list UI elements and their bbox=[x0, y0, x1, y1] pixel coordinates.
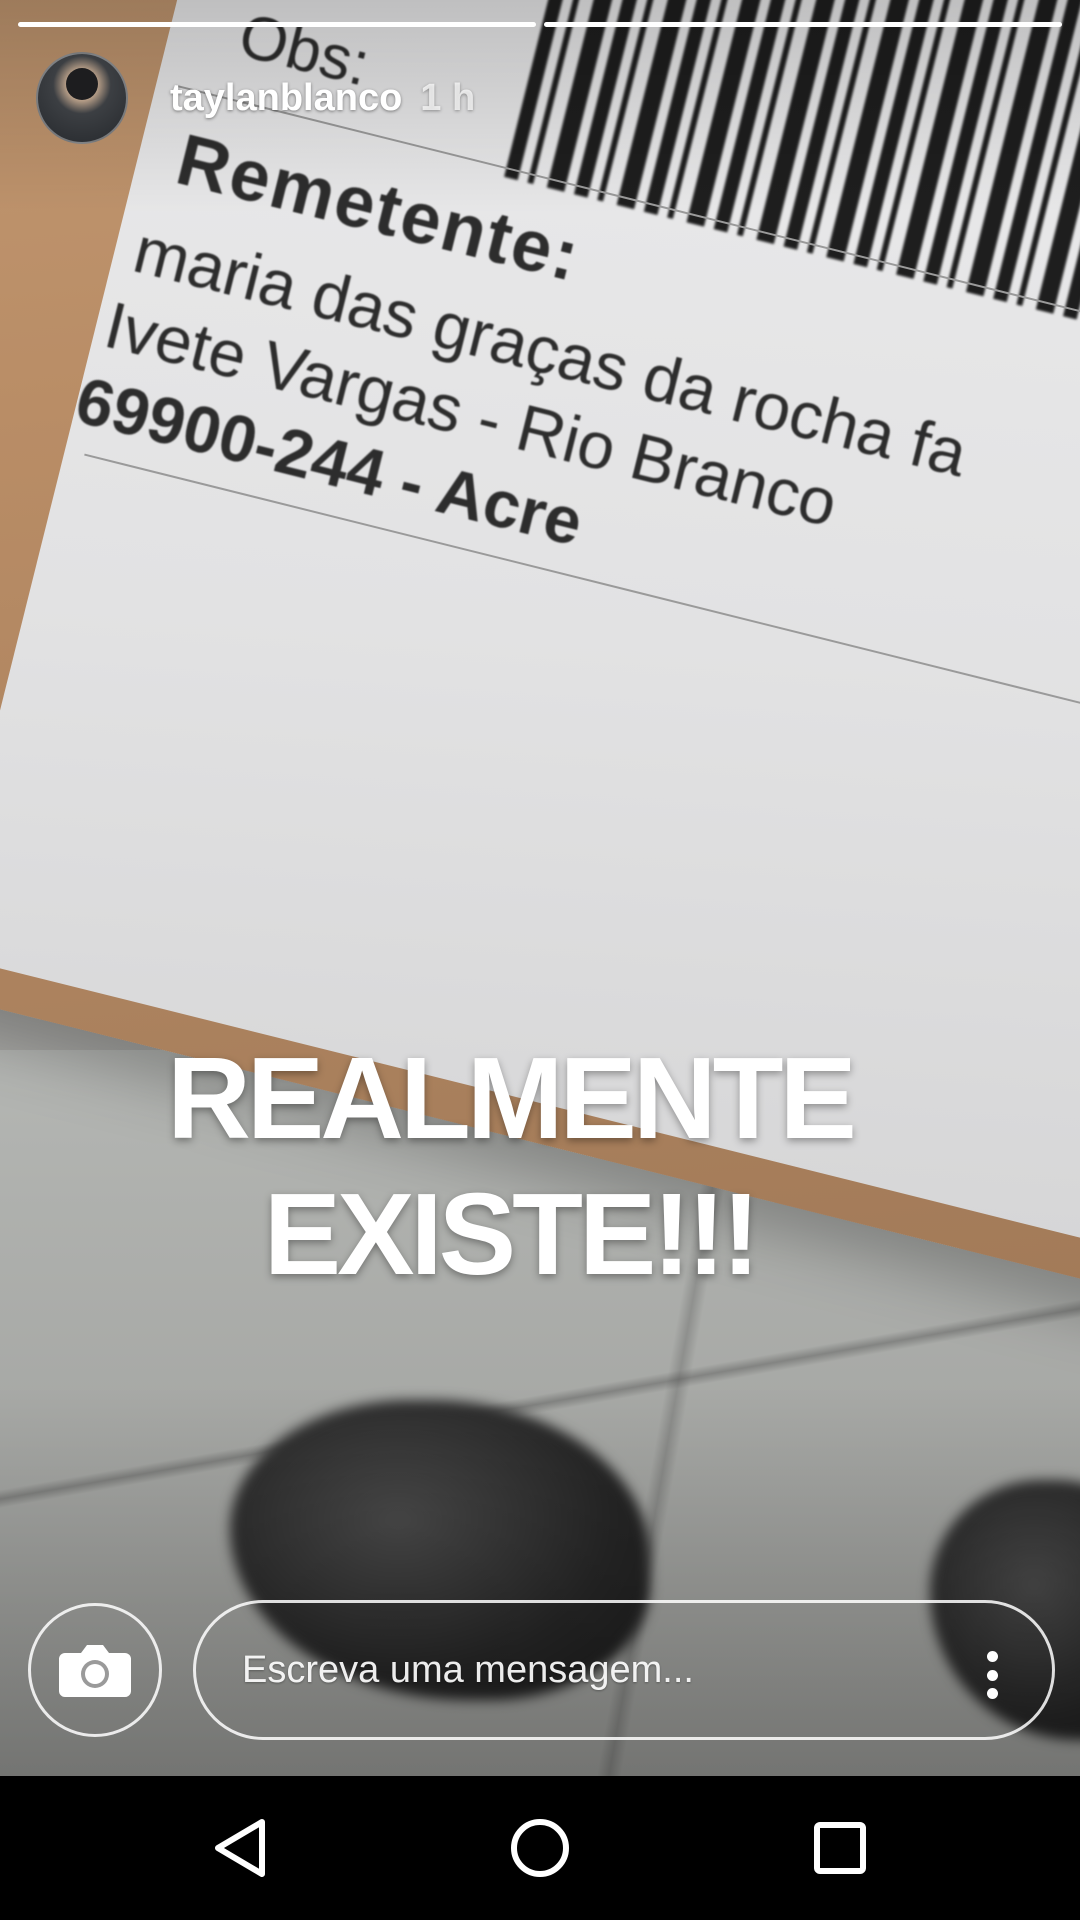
recents-square-icon bbox=[814, 1822, 866, 1874]
avatar[interactable] bbox=[36, 52, 128, 144]
message-placeholder: Escreva uma mensagem... bbox=[242, 1648, 694, 1691]
camera-button[interactable] bbox=[28, 1603, 162, 1737]
home-circle-icon bbox=[511, 1819, 569, 1877]
progress-segment bbox=[18, 22, 536, 27]
barcode bbox=[504, 0, 1080, 347]
message-input[interactable]: Escreva uma mensagem... bbox=[193, 1600, 1055, 1740]
recents-button[interactable] bbox=[798, 1806, 882, 1890]
back-button[interactable] bbox=[198, 1806, 282, 1890]
story-header: taylanblanco 1 h bbox=[36, 52, 475, 144]
username[interactable]: taylanblanco bbox=[170, 77, 402, 120]
story-photo[interactable]: Obs: Remetente: maria das graças da roch… bbox=[0, 0, 1080, 1776]
timestamp: 1 h bbox=[420, 76, 476, 119]
caption-line: EXISTE!!! bbox=[263, 1169, 760, 1299]
back-triangle-icon bbox=[215, 1819, 265, 1877]
more-vertical-icon[interactable] bbox=[986, 1651, 998, 1699]
home-button[interactable] bbox=[498, 1806, 582, 1890]
camera-icon bbox=[59, 1643, 131, 1697]
story-caption: REALMENTE EXISTE!!! bbox=[0, 1030, 1020, 1302]
story-progress bbox=[18, 22, 1062, 28]
progress-segment bbox=[544, 22, 1062, 27]
caption-line: REALMENTE bbox=[167, 1033, 857, 1163]
system-nav-bar bbox=[0, 1776, 1080, 1920]
